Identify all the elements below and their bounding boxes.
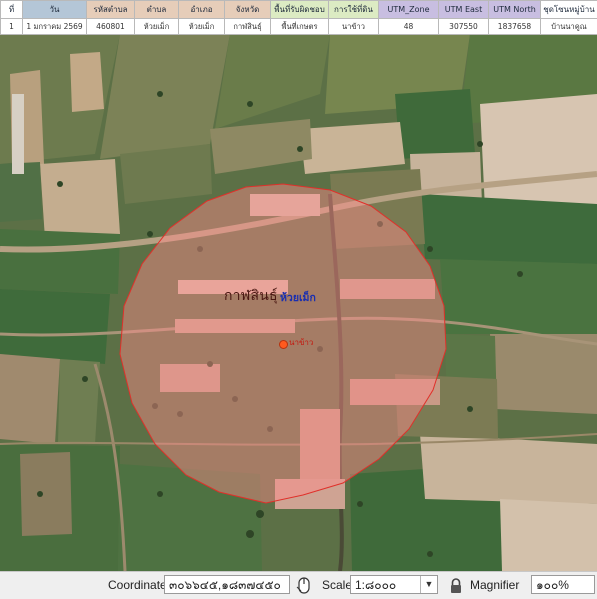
mouse-icon[interactable] [294, 572, 314, 599]
table-cell: 48 [379, 19, 439, 35]
table-header-row: ที่ วัน รหัสตำบล ตำบล อำเภอ จังหวัด พื้น… [1, 1, 597, 19]
table-cell: 307550 [439, 19, 489, 35]
scale-combobox[interactable]: 1:๘๐๐๐ ▼ [350, 575, 438, 594]
location-point-marker[interactable] [279, 340, 288, 349]
status-bar: Coordinate ๓๐๖๖๔๕,๑๘๓๗๔๕๐ Scale 1:๘๐๐๐ ▼… [0, 571, 597, 599]
column-header[interactable]: UTM_Zone [379, 1, 439, 19]
column-header[interactable]: UTM East [439, 1, 489, 19]
attribute-table: ที่ วัน รหัสตำบล ตำบล อำเภอ จังหวัด พื้น… [0, 0, 597, 35]
column-header[interactable]: ที่ [1, 1, 23, 19]
column-header[interactable]: การใช้ที่ดิน [329, 1, 379, 19]
table-cell: นาข้าว [329, 19, 379, 35]
chevron-down-icon[interactable]: ▼ [420, 576, 437, 593]
table-cell: ห้วยเม็ก [135, 19, 179, 35]
table-cell: 1 มกราคม 2569 [23, 19, 87, 35]
map-canvas[interactable]: กาฬสินธุ์ ห้วยเม็ก นาข้าว [0, 34, 597, 571]
table-cell: พื้นที่เกษตร [271, 19, 329, 35]
column-header[interactable]: จังหวัด [225, 1, 271, 19]
coordinate-label: Coordinate [108, 572, 167, 599]
column-header[interactable]: อำเภอ [179, 1, 225, 19]
column-header[interactable]: รหัสตำบล [87, 1, 135, 19]
table-cell: กาฬสินธุ์ [225, 19, 271, 35]
coordinate-field[interactable]: ๓๐๖๖๔๕,๑๘๓๗๔๕๐ [164, 575, 290, 594]
table-cell: บ้านนาคูณ [541, 19, 597, 35]
column-header[interactable]: ตำบล [135, 1, 179, 19]
point-label: นาข้าว [289, 336, 313, 349]
column-header[interactable]: พื้นที่รับผิดชอบ [271, 1, 329, 19]
table-cell: 1 [1, 19, 23, 35]
column-header[interactable]: ชุดโซนหมู่บ้าน [541, 1, 597, 19]
lock-icon[interactable] [449, 572, 465, 599]
magnifier-field[interactable]: ๑๐๐% [531, 575, 595, 594]
scale-label: Scale [322, 572, 352, 599]
village-label: ห้วยเม็ก [280, 289, 316, 306]
column-header[interactable]: UTM North [489, 1, 541, 19]
magnifier-label: Magnifier [470, 572, 519, 599]
table-cell: 1837658 [489, 19, 541, 35]
district-label: กาฬสินธุ์ [224, 285, 278, 307]
column-header[interactable]: วัน [23, 1, 87, 19]
table-cell: ห้วยเม็ก [179, 19, 225, 35]
table-row[interactable]: 1 1 มกราคม 2569 460801 ห้วยเม็ก ห้วยเม็ก… [1, 19, 597, 35]
table-cell: 460801 [87, 19, 135, 35]
scale-value: 1:๘๐๐๐ [355, 578, 396, 592]
